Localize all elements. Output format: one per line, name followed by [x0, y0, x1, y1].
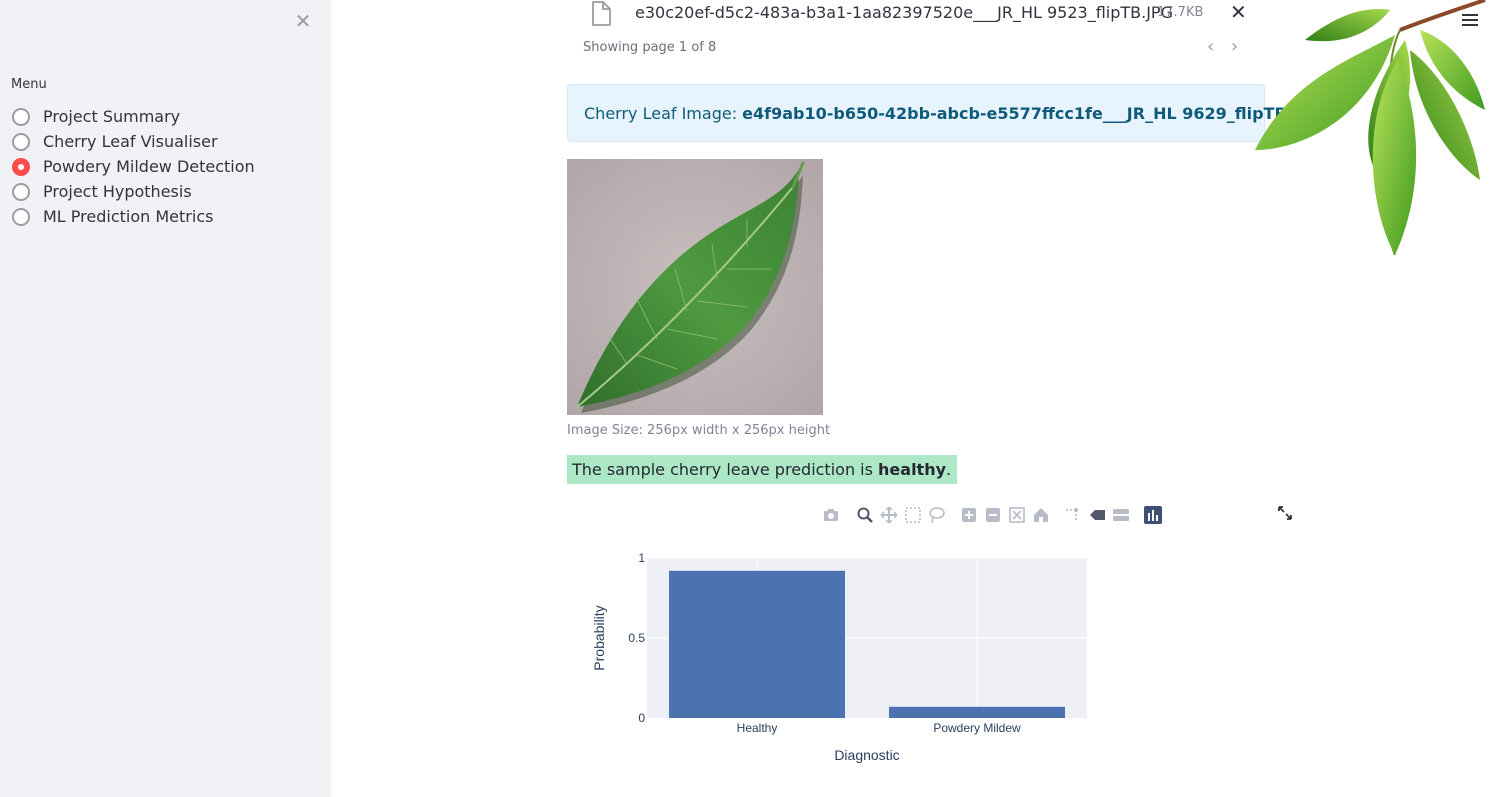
box-select-icon[interactable] [904, 506, 922, 524]
info-image-name: e4f9ab10-b650-42bb-abcb-e5577ffcc1fe___J… [742, 104, 1324, 123]
menu-option[interactable]: Powdery Mildew Detection [12, 154, 255, 179]
x-tick-label: Healthy [737, 721, 778, 735]
info-prefix: Cherry Leaf Image: [584, 104, 743, 123]
autoscale-icon[interactable] [1008, 506, 1026, 524]
hover-closest-icon[interactable] [1088, 506, 1106, 524]
file-size: 17.7KB [1157, 5, 1204, 20]
previous-page-icon[interactable]: ‹ [1207, 37, 1214, 57]
pagination-text: Showing page 1 of 8 [583, 40, 717, 55]
y-axis-title: Probability [591, 605, 607, 670]
x-axis-title: Diagnostic [834, 747, 899, 763]
file-name: e30c20ef-d5c2-483a-b3a1-1aa82397520e___J… [635, 3, 1173, 22]
file-icon [592, 1, 611, 26]
menu-option[interactable]: ML Prediction Metrics [12, 204, 255, 229]
menu-option-label: ML Prediction Metrics [43, 207, 214, 226]
menu-option-label: Powdery Mildew Detection [43, 157, 255, 176]
hover-compare-icon[interactable] [1112, 506, 1130, 524]
menu-radio-group: Project Summary Cherry Leaf Visualiser Pow… [12, 104, 255, 229]
y-tick-label: 0 [638, 711, 645, 725]
y-tick-label: 1 [638, 551, 645, 565]
sidebar: ✕ Menu Project Summary Cherry Leaf Visual… [0, 0, 331, 797]
plotly-logo-icon[interactable] [1144, 506, 1162, 524]
prediction-result: healthy [878, 460, 947, 479]
menu-option-label: Project Summary [43, 107, 181, 126]
zoom-icon[interactable] [856, 506, 874, 524]
image-info-box: Cherry Leaf Image: e4f9ab10-b650-42bb-ab… [567, 84, 1324, 142]
radio-button-icon[interactable] [12, 107, 30, 126]
x-tick-label: Powdery Mildew [933, 721, 1021, 735]
menu-label: Menu [11, 77, 47, 92]
leaf-image [567, 159, 823, 415]
bar-powdery-mildew [889, 706, 1065, 718]
menu-option[interactable]: Project Summary [12, 104, 255, 129]
uploaded-file-row: e30c20ef-d5c2-483a-b3a1-1aa82397520e___J… [590, 0, 1260, 26]
zoom-in-icon[interactable] [960, 506, 978, 524]
prediction-suffix: . [946, 460, 952, 479]
probability-bar-chart: 0 0.5 1 Healthy Powdery Mildew Diagnostic Prob… [591, 551, 1087, 763]
image-caption: Image Size: 256px width x 256px height [567, 423, 831, 438]
radio-button-icon[interactable] [12, 207, 30, 226]
y-tick-label: 0.5 [628, 631, 645, 645]
bar-healthy [669, 570, 845, 718]
zoom-out-icon[interactable] [984, 506, 1002, 524]
menu-option[interactable]: Project Hypothesis [12, 179, 255, 204]
reset-axes-icon[interactable] [1032, 506, 1050, 524]
radio-button-icon[interactable] [12, 157, 30, 176]
prediction-text: The sample cherry leave prediction is he… [567, 455, 958, 484]
pan-icon[interactable] [880, 506, 898, 524]
radio-button-icon[interactable] [12, 182, 30, 201]
fullscreen-icon[interactable] [1277, 505, 1293, 521]
next-page-icon[interactable]: › [1231, 37, 1238, 57]
camera-icon[interactable] [822, 506, 840, 524]
decorative-leaves-image [1255, 0, 1486, 256]
prediction-prefix: The sample cherry leave prediction is [572, 460, 879, 479]
menu-option[interactable]: Cherry Leaf Visualiser [12, 129, 255, 154]
lasso-icon[interactable] [928, 506, 946, 524]
radio-button-icon[interactable] [12, 132, 30, 151]
hamburger-menu-icon[interactable] [1462, 14, 1478, 28]
menu-option-label: Project Hypothesis [43, 182, 192, 201]
menu-option-label: Cherry Leaf Visualiser [43, 132, 218, 151]
spike-lines-icon[interactable] [1062, 506, 1080, 524]
remove-file-icon[interactable]: ✕ [1230, 0, 1247, 24]
close-sidebar-icon[interactable]: ✕ [293, 10, 313, 32]
